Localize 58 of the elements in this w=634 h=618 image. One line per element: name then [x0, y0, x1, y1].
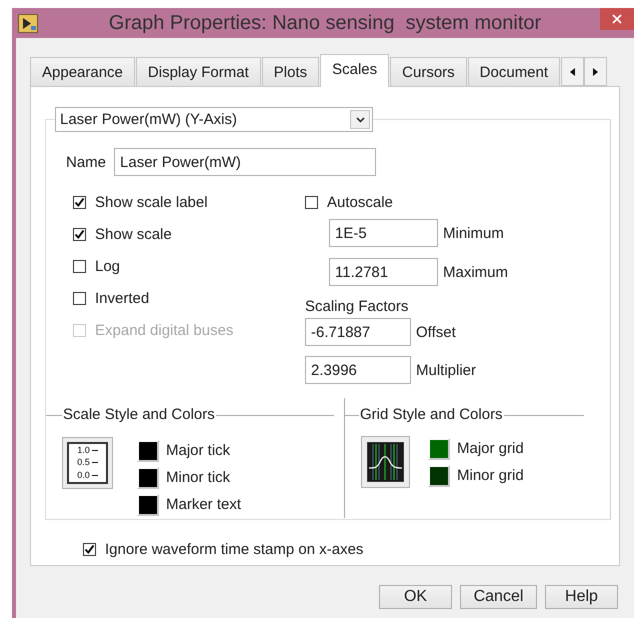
- scroll-left-button[interactable]: [561, 57, 584, 86]
- checkbox-label: Expand digital buses: [95, 322, 234, 338]
- dialog-button[interactable]: OK: [379, 585, 452, 609]
- checkbox-label: Autoscale: [327, 194, 393, 210]
- input-field[interactable]: 11.2781: [329, 258, 438, 286]
- checkbox-label: Ignore waveform time stamp on x-axes: [105, 540, 364, 558]
- app-icon: [18, 14, 38, 32]
- color-label: Minor grid: [457, 467, 524, 484]
- group-title: Grid Style and Colors: [359, 406, 504, 423]
- checkbox[interactable]: [73, 292, 86, 304]
- field-label: Offset: [416, 324, 456, 340]
- field-label: Multiplier: [416, 362, 476, 378]
- color-label: Minor tick: [166, 469, 230, 486]
- scroll-right-button[interactable]: [584, 57, 608, 86]
- checkbox-label: Log: [95, 258, 120, 274]
- checkbox[interactable]: [73, 228, 86, 240]
- input-field[interactable]: 2.3996: [305, 356, 411, 384]
- dialog-button[interactable]: Cancel: [460, 585, 537, 609]
- axis-dropdown[interactable]: Laser Power(mW) (Y-Axis): [55, 107, 373, 132]
- tab[interactable]: Cursors: [390, 57, 467, 86]
- checkbox[interactable]: [73, 196, 86, 208]
- left-arrow-icon: [569, 66, 576, 76]
- input-field[interactable]: Laser Power(mW): [114, 148, 376, 176]
- checkbox-label: Inverted: [95, 290, 150, 306]
- close-icon: [612, 14, 622, 24]
- checkbox[interactable]: [83, 542, 96, 556]
- color-swatch[interactable]: [139, 468, 157, 486]
- tab[interactable]: Scales: [320, 54, 390, 87]
- group-title: Scale Style and Colors: [62, 406, 216, 423]
- checkbox-label: Show scale label: [95, 194, 208, 210]
- color-label: Major grid: [457, 440, 524, 457]
- window-title: Graph Properties: Nano sensing system monitor: [108, 12, 542, 34]
- right-arrow-icon: [592, 66, 600, 76]
- color-swatch[interactable]: [430, 440, 448, 458]
- tab[interactable]: Document: [468, 57, 560, 86]
- color-swatch[interactable]: [430, 466, 448, 484]
- checkbox[interactable]: [305, 196, 318, 208]
- field-label: Maximum: [443, 264, 508, 280]
- checkbox[interactable]: [73, 260, 86, 272]
- field-label: Name: [66, 154, 106, 170]
- waveform-icon: [367, 442, 404, 482]
- chevron-down-icon: [356, 116, 364, 122]
- dialog-button[interactable]: Help: [545, 585, 618, 609]
- tab[interactable]: Display Format: [136, 57, 261, 86]
- color-swatch[interactable]: [139, 442, 157, 460]
- color-label: Marker text: [166, 496, 242, 513]
- grid-style-button[interactable]: [361, 436, 410, 488]
- color-label: Major tick: [166, 442, 230, 459]
- close-button[interactable]: [600, 8, 634, 30]
- tab[interactable]: Plots: [262, 57, 320, 86]
- scale-style-button[interactable]: 1.0 0.5 0.0: [62, 437, 113, 489]
- input-field[interactable]: 1E-5: [329, 219, 438, 247]
- field-label: Minimum: [443, 224, 504, 242]
- section-label: Scaling Factors: [305, 298, 410, 315]
- color-swatch[interactable]: [139, 496, 157, 514]
- checkbox-label: Show scale: [95, 226, 172, 242]
- input-field[interactable]: -6.71887: [305, 318, 411, 346]
- tab[interactable]: Appearance: [30, 57, 135, 86]
